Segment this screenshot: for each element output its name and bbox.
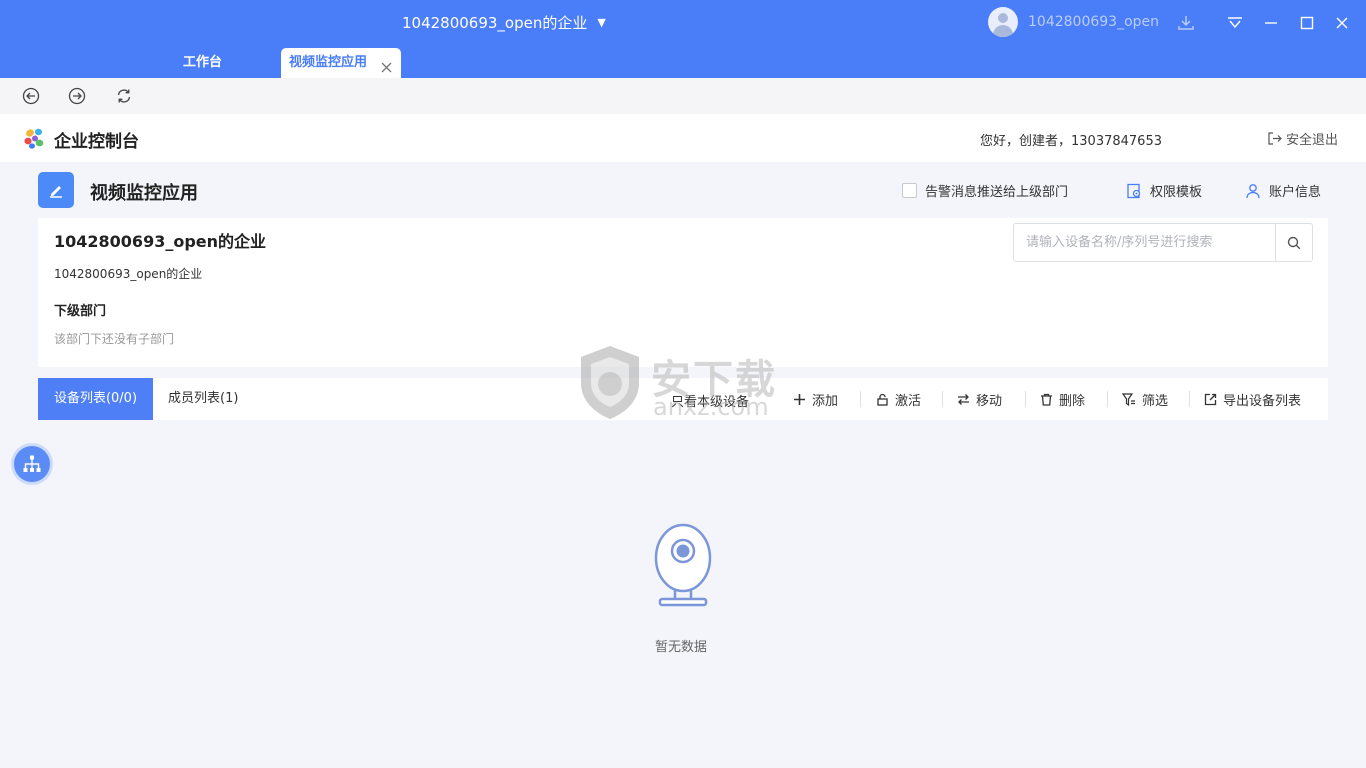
account-info-label: 账户信息 [1269, 185, 1322, 200]
gear-doc-icon [1127, 183, 1141, 198]
download-icon[interactable] [1175, 12, 1197, 34]
close-window-icon[interactable] [1331, 12, 1353, 34]
add-button[interactable]: 添加 [793, 390, 838, 409]
department-title: 1042800693_open的企业 [54, 232, 267, 251]
filter-icon [1122, 393, 1135, 406]
tab-device-list[interactable]: 设备列表(0/0) [38, 378, 153, 420]
user-menu[interactable]: 1042800693_open [988, 7, 1159, 37]
divider [860, 391, 861, 407]
alarm-push-checkbox[interactable] [902, 183, 917, 198]
divider [942, 391, 943, 407]
sub-department-heading: 下级部门 [54, 304, 107, 319]
move-label: 移动 [976, 394, 1003, 409]
enterprise-switcher[interactable]: 1042800693_open的企业 ▼ [402, 12, 606, 33]
enterprise-name: 1042800693_open的企业 [402, 14, 588, 32]
forward-icon[interactable] [68, 87, 86, 105]
user-name: 1042800693_open [1028, 14, 1160, 30]
alarm-push-option[interactable]: 告警消息推送给上级部门 [902, 181, 1068, 200]
sub-department-empty: 该部门下还没有子部门 [54, 332, 175, 346]
tab-workbench[interactable]: 工作台 [165, 48, 240, 78]
navigation-bar [0, 78, 1366, 114]
app-edit-icon [38, 172, 74, 208]
filter-label: 筛选 [1142, 394, 1169, 409]
move-button[interactable]: 移动 [957, 390, 1002, 409]
trash-icon [1041, 393, 1052, 406]
logout-button[interactable]: 安全退出 [1267, 129, 1338, 148]
activate-label: 激活 [895, 394, 922, 409]
greeting-text: 您好，创建者，13037847653 [980, 134, 1162, 149]
filter-button[interactable]: 筛选 [1122, 390, 1168, 409]
export-icon [1204, 393, 1217, 406]
back-icon[interactable] [22, 87, 40, 105]
console-header: 企业控制台 您好，创建者，13037847653 安全退出 [0, 114, 1366, 162]
app-title: 视频监控应用 [90, 183, 198, 204]
minimize-icon[interactable] [1260, 12, 1282, 34]
user-icon [1246, 183, 1260, 198]
caret-down-icon: ▼ [597, 16, 606, 29]
camera-icon [650, 520, 716, 616]
permission-template-label: 权限模板 [1150, 185, 1203, 200]
export-label: 导出设备列表 [1223, 394, 1302, 409]
device-search [1013, 223, 1313, 262]
tab-label: 视频监控应用 [289, 55, 368, 70]
export-button[interactable]: 导出设备列表 [1204, 390, 1301, 409]
tab-video-monitoring[interactable]: 视频监控应用 [281, 48, 401, 78]
logout-icon [1268, 132, 1282, 145]
app-heading: 视频监控应用 告警消息推送给上级部门 权限模板 账户信息 [38, 162, 1328, 218]
brand-title: 企业控制台 [54, 132, 139, 152]
menu-dropdown-icon[interactable] [1224, 12, 1246, 34]
divider [1025, 391, 1026, 407]
add-label: 添加 [812, 394, 839, 409]
logout-label: 安全退出 [1286, 133, 1339, 148]
activate-button[interactable]: 激活 [876, 390, 921, 409]
search-icon [1287, 236, 1301, 249]
swap-icon [958, 394, 969, 405]
divider [1107, 391, 1108, 407]
divider [1189, 391, 1190, 407]
lock-icon [877, 393, 888, 406]
plus-icon [794, 394, 805, 405]
brand-logo [23, 127, 45, 149]
org-tree-button[interactable] [11, 443, 53, 485]
watermark: 安下载 anxz.com [575, 343, 790, 423]
department-path[interactable]: 1042800693_open的企业 [54, 265, 202, 282]
shield-icon [581, 346, 639, 419]
avatar [988, 7, 1018, 37]
title-bar: 1042800693_open的企业 ▼ 1042800693_open 工作台… [0, 0, 1366, 78]
watermark-domain: anxz.com [653, 393, 769, 421]
alarm-push-label: 告警消息推送给上级部门 [925, 185, 1069, 200]
org-chart-icon [23, 455, 41, 472]
tab-member-list[interactable]: 成员列表(1) [168, 378, 238, 420]
search-input[interactable] [1014, 224, 1276, 261]
maximize-icon[interactable] [1296, 12, 1318, 34]
refresh-icon[interactable] [115, 87, 133, 105]
delete-label: 删除 [1059, 394, 1086, 409]
tab-strip: 工作台 视频监控应用 [0, 48, 1366, 78]
delete-button[interactable]: 删除 [1040, 390, 1085, 409]
permission-template-button[interactable]: 权限模板 [1126, 181, 1202, 200]
empty-state-text: 暂无数据 [655, 640, 708, 655]
account-info-button[interactable]: 账户信息 [1245, 181, 1321, 200]
search-button[interactable] [1275, 224, 1312, 261]
